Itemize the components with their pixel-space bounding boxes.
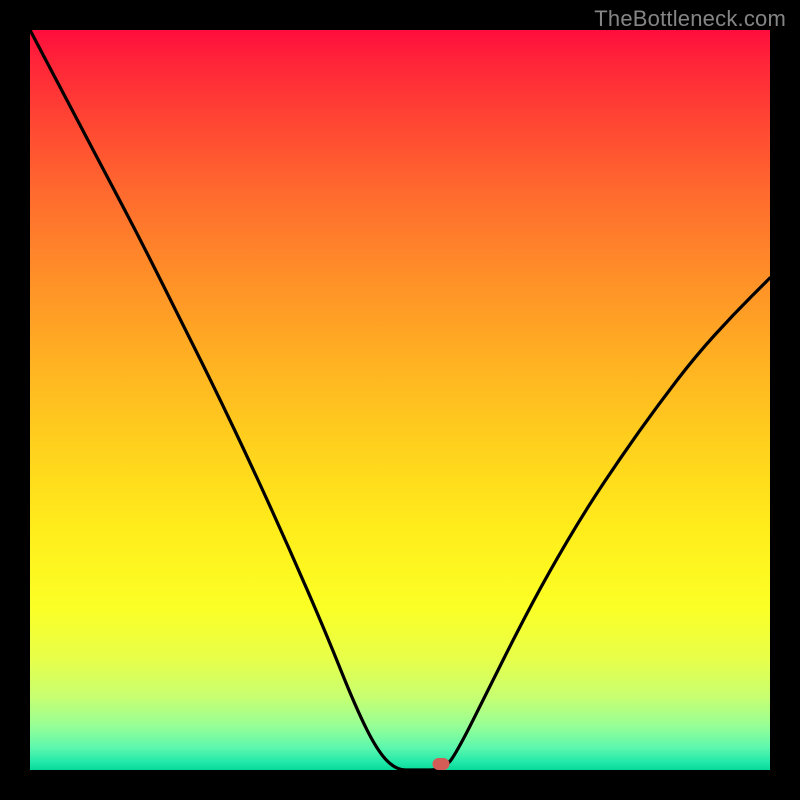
watermark-label: TheBottleneck.com <box>594 6 786 32</box>
optimal-point-marker <box>432 758 449 770</box>
chart-frame: TheBottleneck.com <box>0 0 800 800</box>
bottleneck-curve <box>30 30 770 770</box>
plot-area <box>30 30 770 770</box>
